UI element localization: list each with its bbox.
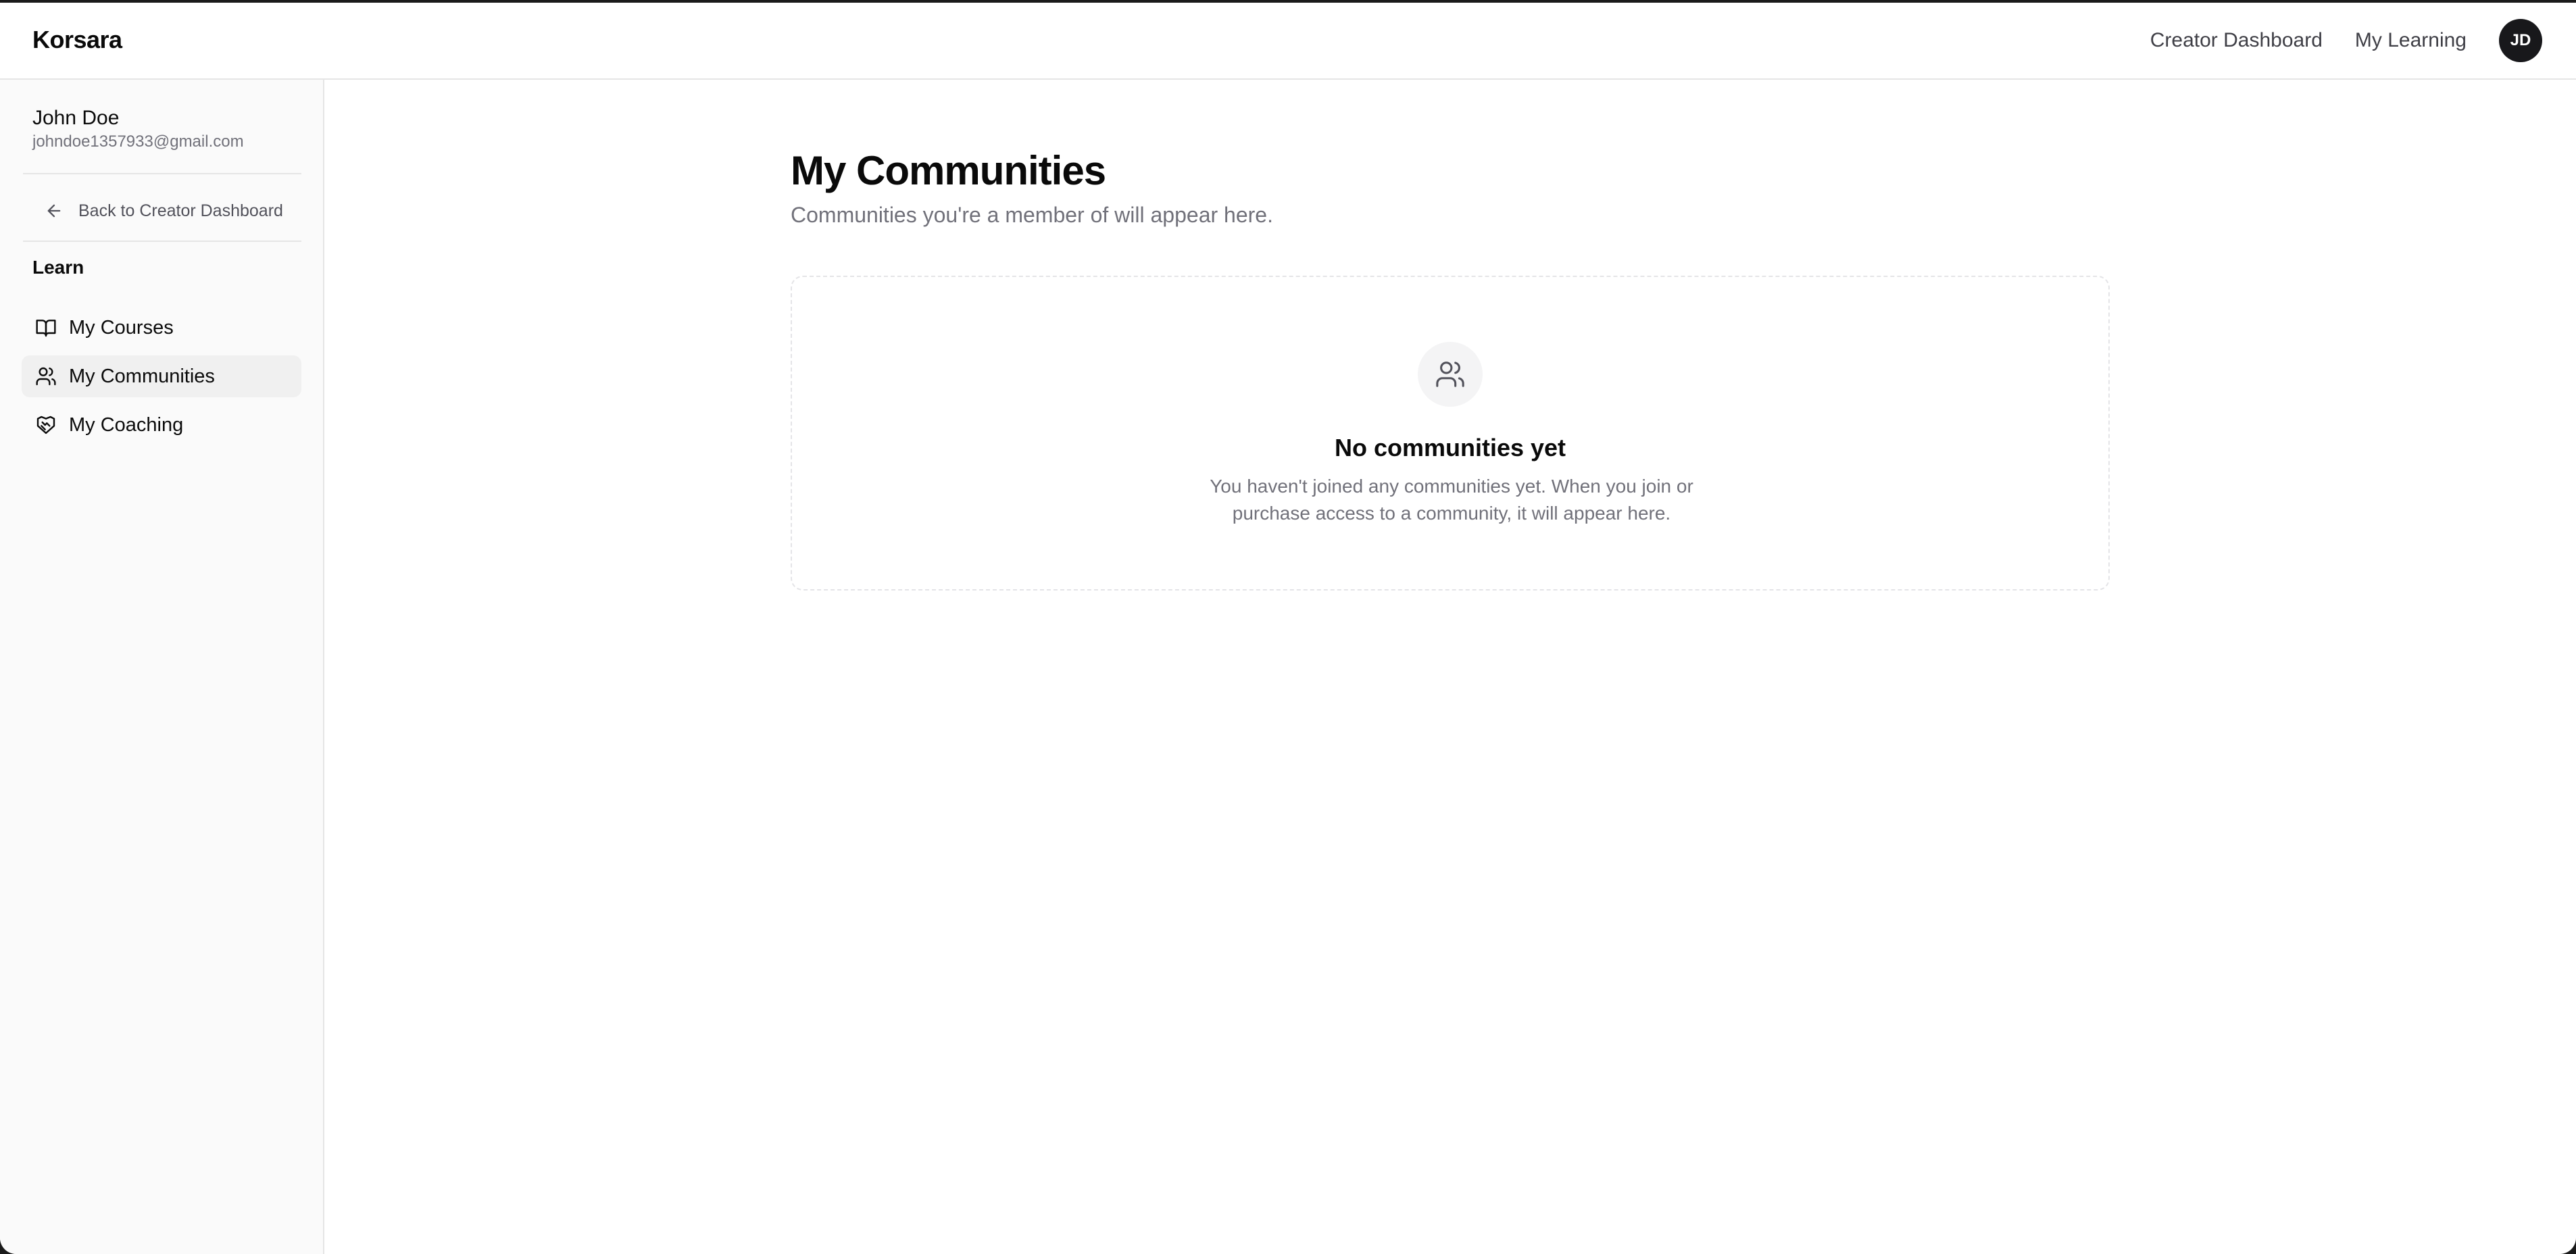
empty-state-card: No communities yet You haven't joined an… bbox=[791, 276, 2110, 591]
my-learning-link[interactable]: My Learning bbox=[2355, 29, 2467, 52]
handshake-icon bbox=[36, 416, 55, 434]
empty-state-icon-circle bbox=[1418, 342, 1483, 407]
users-icon bbox=[1436, 361, 1464, 387]
empty-state-description: You haven't joined any communities yet. … bbox=[1210, 476, 1693, 524]
sidebar-item-my-courses[interactable]: My Courses bbox=[22, 307, 301, 349]
sidebar-item-my-communities[interactable]: My Communities bbox=[22, 355, 301, 397]
creator-dashboard-link[interactable]: Creator Dashboard bbox=[2150, 29, 2323, 52]
sidebar-item-my-coaching[interactable]: My Coaching bbox=[22, 404, 301, 446]
top-navigation-bar: Korsara Creator Dashboard My Learning JD bbox=[0, 3, 2576, 80]
app-window: Korsara Creator Dashboard My Learning JD… bbox=[0, 3, 2576, 1254]
users-icon bbox=[36, 367, 56, 386]
sidebar: John Doe johndoe1357933@gmail.com Back t… bbox=[0, 80, 324, 1254]
brand-logo[interactable]: Korsara bbox=[32, 26, 122, 54]
back-to-creator-dashboard-link[interactable]: Back to Creator Dashboard bbox=[45, 197, 283, 224]
empty-state-title: No communities yet bbox=[1334, 434, 1566, 461]
top-nav-links: Creator Dashboard My Learning JD bbox=[2150, 19, 2542, 62]
sidebar-divider bbox=[23, 173, 301, 174]
sidebar-item-label: My Communities bbox=[69, 365, 215, 387]
sidebar-user-email: johndoe1357933@gmail.com bbox=[32, 132, 244, 151]
sidebar-item-label: My Coaching bbox=[69, 413, 184, 436]
book-open-icon bbox=[36, 320, 56, 337]
back-link-label: Back to Creator Dashboard bbox=[78, 201, 283, 220]
sidebar-divider bbox=[23, 241, 301, 242]
sidebar-section-learn: Learn bbox=[32, 257, 84, 278]
arrow-left-icon bbox=[47, 204, 61, 218]
sidebar-user-name: John Doe bbox=[32, 107, 120, 129]
page-title: My Communities bbox=[791, 148, 1106, 193]
sidebar-item-label: My Courses bbox=[69, 316, 174, 338]
page-subtitle: Communities you're a member of will appe… bbox=[791, 203, 1273, 227]
user-avatar[interactable]: JD bbox=[2499, 19, 2542, 62]
